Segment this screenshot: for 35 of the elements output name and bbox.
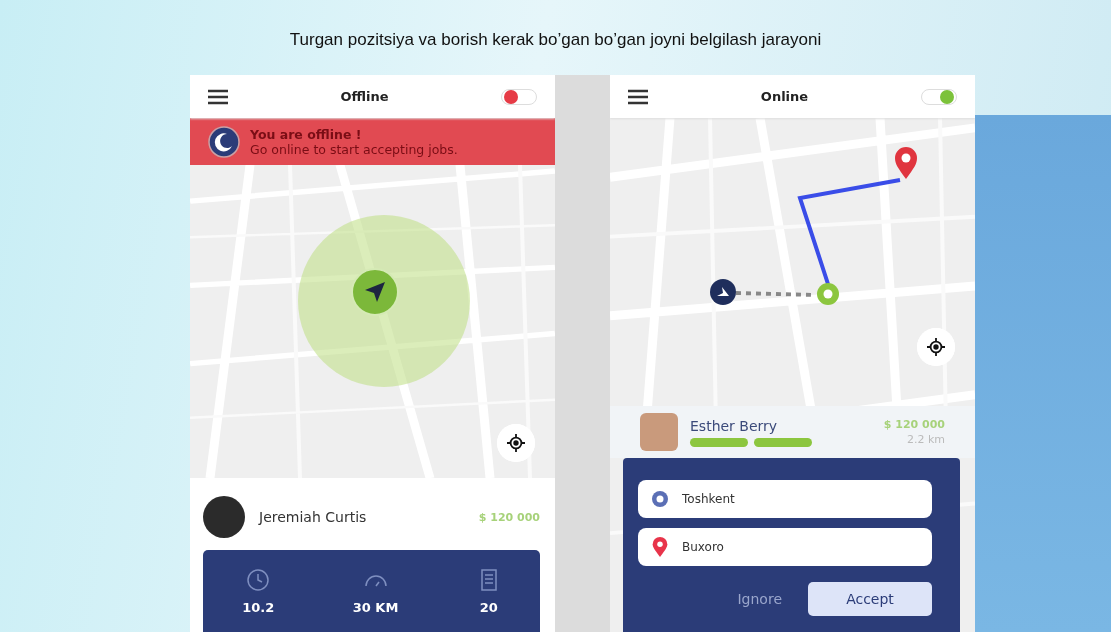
tag-pill xyxy=(754,437,812,447)
accept-button[interactable]: Accept xyxy=(808,582,932,616)
origin-marker-icon xyxy=(650,488,670,510)
slide-title: Turgan pozitsiya va borish kerak bo’gan bo’gan joyni belgilash jarayoni xyxy=(289,30,822,51)
tag-pill xyxy=(690,437,748,447)
avatar xyxy=(203,496,245,538)
target-icon xyxy=(927,338,945,356)
menu-icon[interactable] xyxy=(208,88,228,105)
banner-heading: You are offline ! xyxy=(250,126,363,142)
menu-icon[interactable] xyxy=(628,88,648,105)
status-toggle[interactable] xyxy=(501,88,537,105)
banner-message: Go online to start accepting jobs. xyxy=(250,141,458,157)
clock-icon xyxy=(246,567,271,592)
location-pin-icon xyxy=(650,536,670,558)
pickup-marker-icon xyxy=(816,282,840,306)
navigation-arrow-icon xyxy=(364,281,386,303)
rider-name: Esther Berry xyxy=(690,417,779,434)
driver-name: Jeremiah Curtis xyxy=(259,509,368,525)
target-icon xyxy=(507,434,525,452)
moon-icon xyxy=(208,125,240,158)
photo-placeholder xyxy=(640,413,678,451)
distance: 2.2 km xyxy=(906,433,945,446)
location-field[interactable]: Buxoro xyxy=(638,528,932,566)
screen-title: Offline xyxy=(340,89,389,104)
location-field[interactable]: Toshkent xyxy=(638,480,932,518)
stat-value: 20 xyxy=(479,599,498,615)
vehicle-marker-icon xyxy=(710,279,736,305)
location-pin-icon xyxy=(893,146,919,180)
ignore-button[interactable]: Ignore xyxy=(723,582,796,616)
screen-title: Online xyxy=(760,89,809,104)
status-toggle[interactable] xyxy=(921,88,957,105)
price: $ 120 000 xyxy=(478,510,540,524)
stat-value: 30 KM xyxy=(352,599,399,615)
price: $ 120 000 xyxy=(883,418,945,431)
stat-value: 10.2 xyxy=(242,599,275,615)
